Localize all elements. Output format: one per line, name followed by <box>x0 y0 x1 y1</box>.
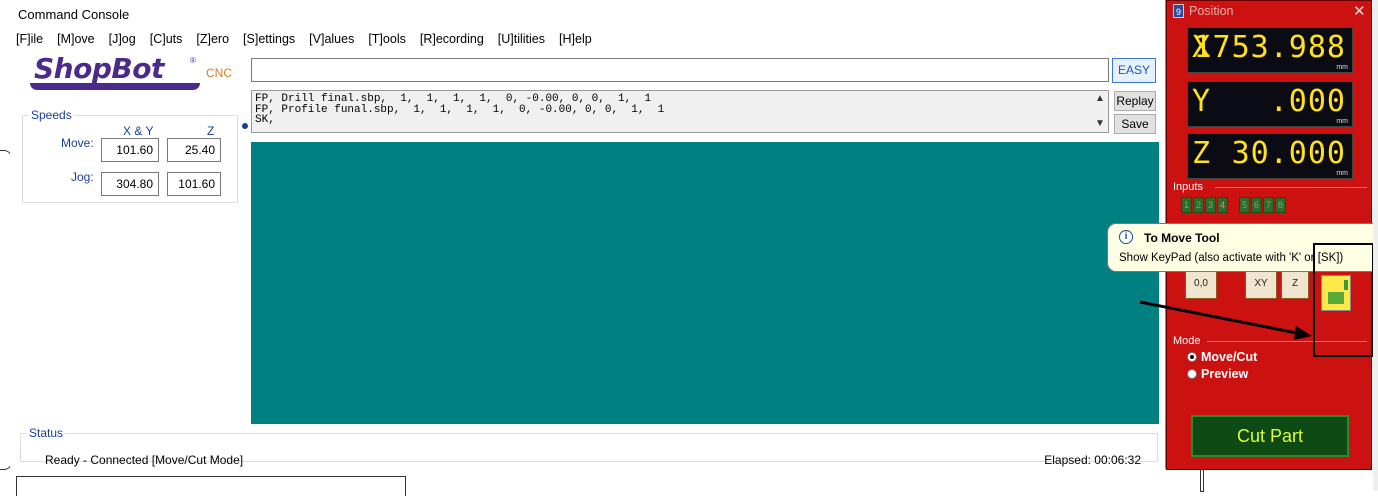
menu-tools[interactable]: [T]ools <box>368 32 406 46</box>
move-z-field[interactable]: 25.40 <box>167 138 221 162</box>
x-value: 1753.988 <box>1193 30 1346 65</box>
command-console-window: Command Console [F]ile [M]ove [J]og [C]u… <box>10 0 1166 469</box>
history-scrollbar[interactable]: ▲ ▼ <box>1090 91 1108 132</box>
mode-preview-label: Preview <box>1201 367 1249 381</box>
move-xy-icon-label: XY <box>1254 278 1268 289</box>
inputs-group-2: 5 6 7 8 <box>1239 197 1287 213</box>
radio-unselected-icon <box>1187 369 1197 379</box>
shopbot-logo: ShopBot ® CNC <box>18 52 246 94</box>
scroll-down-icon[interactable]: ▼ <box>1095 118 1105 129</box>
move-xy-icon[interactable]: XY <box>1245 269 1277 299</box>
menu-jog[interactable]: [J]og <box>109 32 136 46</box>
speeds-legend: Speeds <box>31 108 72 122</box>
menu-file[interactable]: [F]ile <box>16 32 43 46</box>
easy-button[interactable]: EASY <box>1112 58 1156 83</box>
save-button[interactable]: Save <box>1114 114 1156 134</box>
annotation-arrow <box>1139 300 1312 340</box>
scroll-up-icon[interactable]: ▲ <box>1095 93 1105 104</box>
x-readout: X 1753.988 mm <box>1187 27 1353 73</box>
input-indicator-1: 1 <box>1181 197 1192 213</box>
y-value: .000 <box>1269 84 1346 119</box>
inputs-divider <box>1215 187 1367 188</box>
elapsed-time: Elapsed: 00:06:32 <box>1044 453 1141 467</box>
menu-zero[interactable]: [Z]ero <box>196 32 229 46</box>
status-legend: Status <box>29 426 64 440</box>
menu-move[interactable]: [M]ove <box>57 32 95 46</box>
logo-swoosh <box>30 83 200 90</box>
menu-bar: [F]ile [M]ove [J]og [C]uts [Z]ero [S]ett… <box>16 32 606 46</box>
y-readout: Y .000 mm <box>1187 81 1353 127</box>
zero-icon-label: 0,0 <box>1194 278 1208 289</box>
annotation-highlight-box <box>1313 243 1374 357</box>
preview-area <box>251 142 1159 424</box>
mode-preview-radio[interactable]: Preview <box>1187 367 1248 381</box>
position-titlebar: 9 Position ✕ <box>1167 1 1371 23</box>
move-z-icon[interactable]: Z <box>1281 269 1309 299</box>
history-line[interactable]: FP, Profile funal.sbp, 1, 1, 1, 1, 0, -0… <box>255 104 1108 116</box>
z-unit: mm <box>1336 170 1348 177</box>
menu-utilities[interactable]: [U]tilities <box>498 32 545 46</box>
command-input[interactable] <box>251 58 1109 82</box>
logo-text: ShopBot <box>34 52 164 85</box>
menu-help[interactable]: [H]elp <box>559 32 592 46</box>
y-unit: mm <box>1336 118 1348 125</box>
current-line-marker <box>242 123 248 129</box>
mode-move-cut-label: Move/Cut <box>1201 350 1258 364</box>
replay-button[interactable]: Replay <box>1114 91 1156 111</box>
menu-values[interactable]: [V]alues <box>309 32 354 46</box>
col-z-header: Z <box>207 124 215 138</box>
jog-z-field[interactable]: 101.60 <box>167 172 221 196</box>
screen-right-edge <box>1373 0 1378 491</box>
z-value: 30.000 <box>1231 136 1346 171</box>
history-line[interactable]: FP, Drill final.sbp, 1, 1, 1, 1, 0, -0.0… <box>255 94 1108 105</box>
menu-settings[interactable]: [S]ettings <box>243 32 295 46</box>
x-unit: mm <box>1336 64 1348 71</box>
move-xy-field[interactable]: 101.60 <box>101 138 159 162</box>
mode-move-cut-radio[interactable]: Move/Cut <box>1187 350 1257 364</box>
history-line[interactable]: SK, <box>255 115 1108 126</box>
z-readout: Z 30.000 mm <box>1187 133 1353 179</box>
menu-recording[interactable]: [R]ecording <box>420 32 484 46</box>
move-speed-label: Move: <box>61 136 94 150</box>
input-indicator-3: 3 <box>1205 197 1216 213</box>
position-title: Position <box>1189 4 1234 18</box>
jog-xy-field[interactable]: 304.80 <box>101 172 159 196</box>
background-outline-bottom <box>16 476 406 496</box>
tooltip-body: Show KeyPad (also activate with 'K' or [… <box>1119 252 1344 264</box>
tooltip-title: To Move Tool <box>1144 231 1220 245</box>
logo-registered-mark: ® <box>190 56 196 65</box>
col-xy-header: X & Y <box>123 124 154 138</box>
command-history-list[interactable]: FP, Drill final.sbp, 1, 1, 1, 1, 0, -0.0… <box>251 90 1109 133</box>
input-indicator-5: 5 <box>1239 197 1250 213</box>
logo-cnc: CNC <box>206 66 232 80</box>
app-icon: 9 <box>1173 4 1184 18</box>
jog-speed-label: Jog: <box>71 170 94 184</box>
input-indicator-7: 7 <box>1263 197 1274 213</box>
menu-cuts[interactable]: [C]uts <box>150 32 183 46</box>
cut-part-button[interactable]: Cut Part <box>1191 415 1349 457</box>
status-group: Status Ready - Connected [Move/Cut Mode]… <box>20 426 1158 467</box>
window-title: Command Console <box>18 7 130 22</box>
input-indicator-2: 2 <box>1193 197 1204 213</box>
y-axis-label: Y <box>1192 84 1211 119</box>
status-text: Ready - Connected [Move/Cut Mode] <box>45 453 244 467</box>
info-icon: i <box>1119 230 1133 244</box>
z-axis-label: Z <box>1192 136 1211 171</box>
inputs-label: Inputs <box>1173 181 1203 193</box>
input-indicator-4: 4 <box>1217 197 1228 213</box>
radio-selected-icon <box>1187 352 1197 362</box>
speeds-group: Speeds X & Y Z Move: Jog: 101.60 25.40 3… <box>22 108 238 203</box>
inputs-group-1: 1 2 3 4 <box>1181 197 1229 213</box>
input-indicator-8: 8 <box>1275 197 1286 213</box>
zero-icon[interactable]: 0,0 <box>1185 269 1217 299</box>
close-icon[interactable]: ✕ <box>1353 2 1366 20</box>
input-indicator-6: 6 <box>1251 197 1262 213</box>
move-z-icon-label: Z <box>1291 278 1299 289</box>
